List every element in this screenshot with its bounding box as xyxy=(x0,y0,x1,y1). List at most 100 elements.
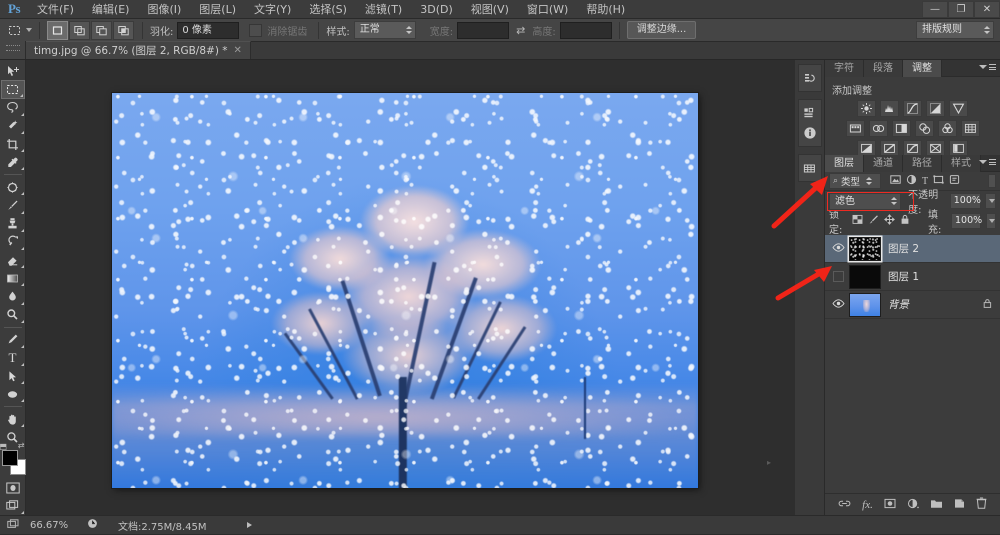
zoom-level[interactable]: 66.67% xyxy=(26,520,82,531)
blur-tool[interactable] xyxy=(1,287,25,305)
menu-image[interactable]: 图像(I) xyxy=(138,0,190,19)
smart-object-filter-icon[interactable] xyxy=(949,174,960,188)
type-filter-icon[interactable]: T xyxy=(922,176,928,187)
new-fill-adjustment-icon[interactable] xyxy=(907,498,919,512)
canvas-area[interactable]: ▸ xyxy=(26,60,795,515)
layer-style-fx-icon[interactable]: fx. xyxy=(862,499,873,511)
lock-position-icon[interactable] xyxy=(884,214,895,228)
antialias-checkbox[interactable] xyxy=(249,23,263,37)
gradient-tool[interactable] xyxy=(1,269,25,287)
tab-channels[interactable]: 通道 xyxy=(864,154,903,172)
tool-preset-chevron-down-icon[interactable] xyxy=(26,28,32,32)
path-selection-tool[interactable] xyxy=(1,367,25,385)
resize-grip-icon[interactable] xyxy=(0,516,26,535)
history-panel-icon[interactable] xyxy=(801,69,819,87)
history-brush-tool[interactable] xyxy=(1,233,25,251)
move-tool[interactable] xyxy=(1,62,25,80)
tab-styles[interactable]: 样式 xyxy=(942,154,981,172)
opacity-input[interactable]: 100% xyxy=(949,193,982,209)
dodge-tool[interactable] xyxy=(1,306,25,324)
color-balance-icon[interactable] xyxy=(868,120,888,137)
screen-mode-button[interactable] xyxy=(1,497,25,515)
lock-all-icon[interactable] xyxy=(900,214,910,228)
restore-button[interactable]: ❐ xyxy=(948,1,974,18)
layer-thumbnail[interactable] xyxy=(849,236,881,261)
pixel-filter-icon[interactable] xyxy=(890,174,901,188)
clone-stamp-tool[interactable] xyxy=(1,215,25,233)
refine-edge-button[interactable]: 调整边缘... xyxy=(626,21,697,39)
tab-layers[interactable]: 图层 xyxy=(825,154,864,172)
new-group-icon[interactable] xyxy=(930,498,943,512)
new-selection-button[interactable] xyxy=(47,20,68,40)
exposure-icon[interactable] xyxy=(926,100,945,117)
workspace-selector[interactable]: 排版规则 xyxy=(916,21,994,39)
layer-visibility-toggle[interactable] xyxy=(827,298,849,311)
type-tool[interactable]: T xyxy=(1,349,25,367)
menu-file[interactable]: 文件(F) xyxy=(28,0,83,19)
hue-saturation-icon[interactable] xyxy=(845,120,865,137)
new-layer-icon[interactable] xyxy=(954,498,965,512)
tab-paragraph[interactable]: 段落 xyxy=(864,59,903,77)
vibrance-icon[interactable] xyxy=(949,100,968,117)
table-row[interactable]: 背景 xyxy=(825,291,1000,319)
canvas-scroll-arrow-icon[interactable]: ▸ xyxy=(767,458,771,467)
levels-icon[interactable] xyxy=(880,100,899,117)
foreground-color-swatch[interactable] xyxy=(1,449,18,466)
color-lookup-icon[interactable] xyxy=(960,120,980,137)
swap-dimensions-icon[interactable]: ⇄ xyxy=(516,24,525,37)
active-tool-icon[interactable] xyxy=(4,21,24,39)
rectangular-marquee-tool[interactable] xyxy=(0,80,25,99)
lock-transparent-pixels-icon[interactable] xyxy=(852,214,863,228)
lasso-tool[interactable] xyxy=(1,99,25,117)
document-canvas[interactable] xyxy=(112,93,698,488)
adjustments-panel-menu-icon[interactable] xyxy=(979,64,996,70)
layer-visibility-toggle[interactable] xyxy=(827,271,849,282)
feather-input[interactable]: 0 像素 xyxy=(177,21,240,39)
menu-edit[interactable]: 编辑(E) xyxy=(83,0,139,19)
lock-image-pixels-icon[interactable] xyxy=(868,214,879,228)
layer-filter-toggle[interactable] xyxy=(988,174,996,188)
swap-colors-icon[interactable]: ⇄ xyxy=(18,441,25,450)
fill-input[interactable]: 100% xyxy=(951,213,982,229)
table-row[interactable]: 图层 1 xyxy=(825,263,1000,291)
layer-filter-type-select[interactable]: ⌕ 类型 xyxy=(829,173,881,189)
fill-chevron-down-icon[interactable] xyxy=(986,213,996,229)
status-chevron-icon[interactable] xyxy=(246,522,252,528)
ellipse-shape-tool[interactable] xyxy=(1,385,25,403)
tab-adjustments[interactable]: 调整 xyxy=(903,59,942,77)
photo-filter-icon[interactable] xyxy=(914,120,934,137)
opacity-chevron-down-icon[interactable] xyxy=(985,193,996,209)
pen-tool[interactable] xyxy=(1,331,25,349)
close-button[interactable]: ✕ xyxy=(974,1,1000,18)
curves-icon[interactable] xyxy=(903,100,922,117)
intersect-selection-button[interactable] xyxy=(113,20,134,40)
channel-mixer-icon[interactable] xyxy=(937,120,957,137)
table-row[interactable]: 图层 2 xyxy=(825,235,1000,263)
menu-filter[interactable]: 滤镜(T) xyxy=(356,0,411,19)
document-tab[interactable]: timg.jpg @ 66.7% (图层 2, RGB/8#) * ✕ xyxy=(26,41,251,59)
height-input[interactable] xyxy=(559,21,612,39)
swatches-panel-icon[interactable] xyxy=(801,159,819,177)
menu-layer[interactable]: 图层(L) xyxy=(190,0,245,19)
layer-thumbnail[interactable] xyxy=(849,292,881,317)
add-to-selection-button[interactable] xyxy=(69,20,90,40)
blend-mode-select[interactable]: 滤色 xyxy=(829,192,902,210)
eyedropper-tool[interactable] xyxy=(1,153,25,171)
style-select[interactable]: 正常 xyxy=(353,21,416,39)
actions-panel-icon[interactable] xyxy=(801,104,819,122)
link-layers-icon[interactable] xyxy=(838,498,851,511)
layer-visibility-toggle[interactable] xyxy=(827,242,849,255)
layers-panel-menu-icon[interactable] xyxy=(979,159,996,165)
width-input[interactable] xyxy=(457,21,510,39)
close-icon[interactable]: ✕ xyxy=(234,45,242,56)
add-layer-mask-icon[interactable] xyxy=(884,498,896,512)
quick-mask-mode-button[interactable] xyxy=(1,479,25,497)
delete-layer-icon[interactable] xyxy=(976,497,987,512)
black-white-icon[interactable] xyxy=(891,120,911,137)
menu-type[interactable]: 文字(Y) xyxy=(245,0,300,19)
menu-select[interactable]: 选择(S) xyxy=(300,0,356,19)
subtract-from-selection-button[interactable] xyxy=(91,20,112,40)
menu-window[interactable]: 窗口(W) xyxy=(518,0,577,19)
info-panel-icon[interactable] xyxy=(801,124,819,142)
quick-selection-tool[interactable] xyxy=(1,117,25,135)
